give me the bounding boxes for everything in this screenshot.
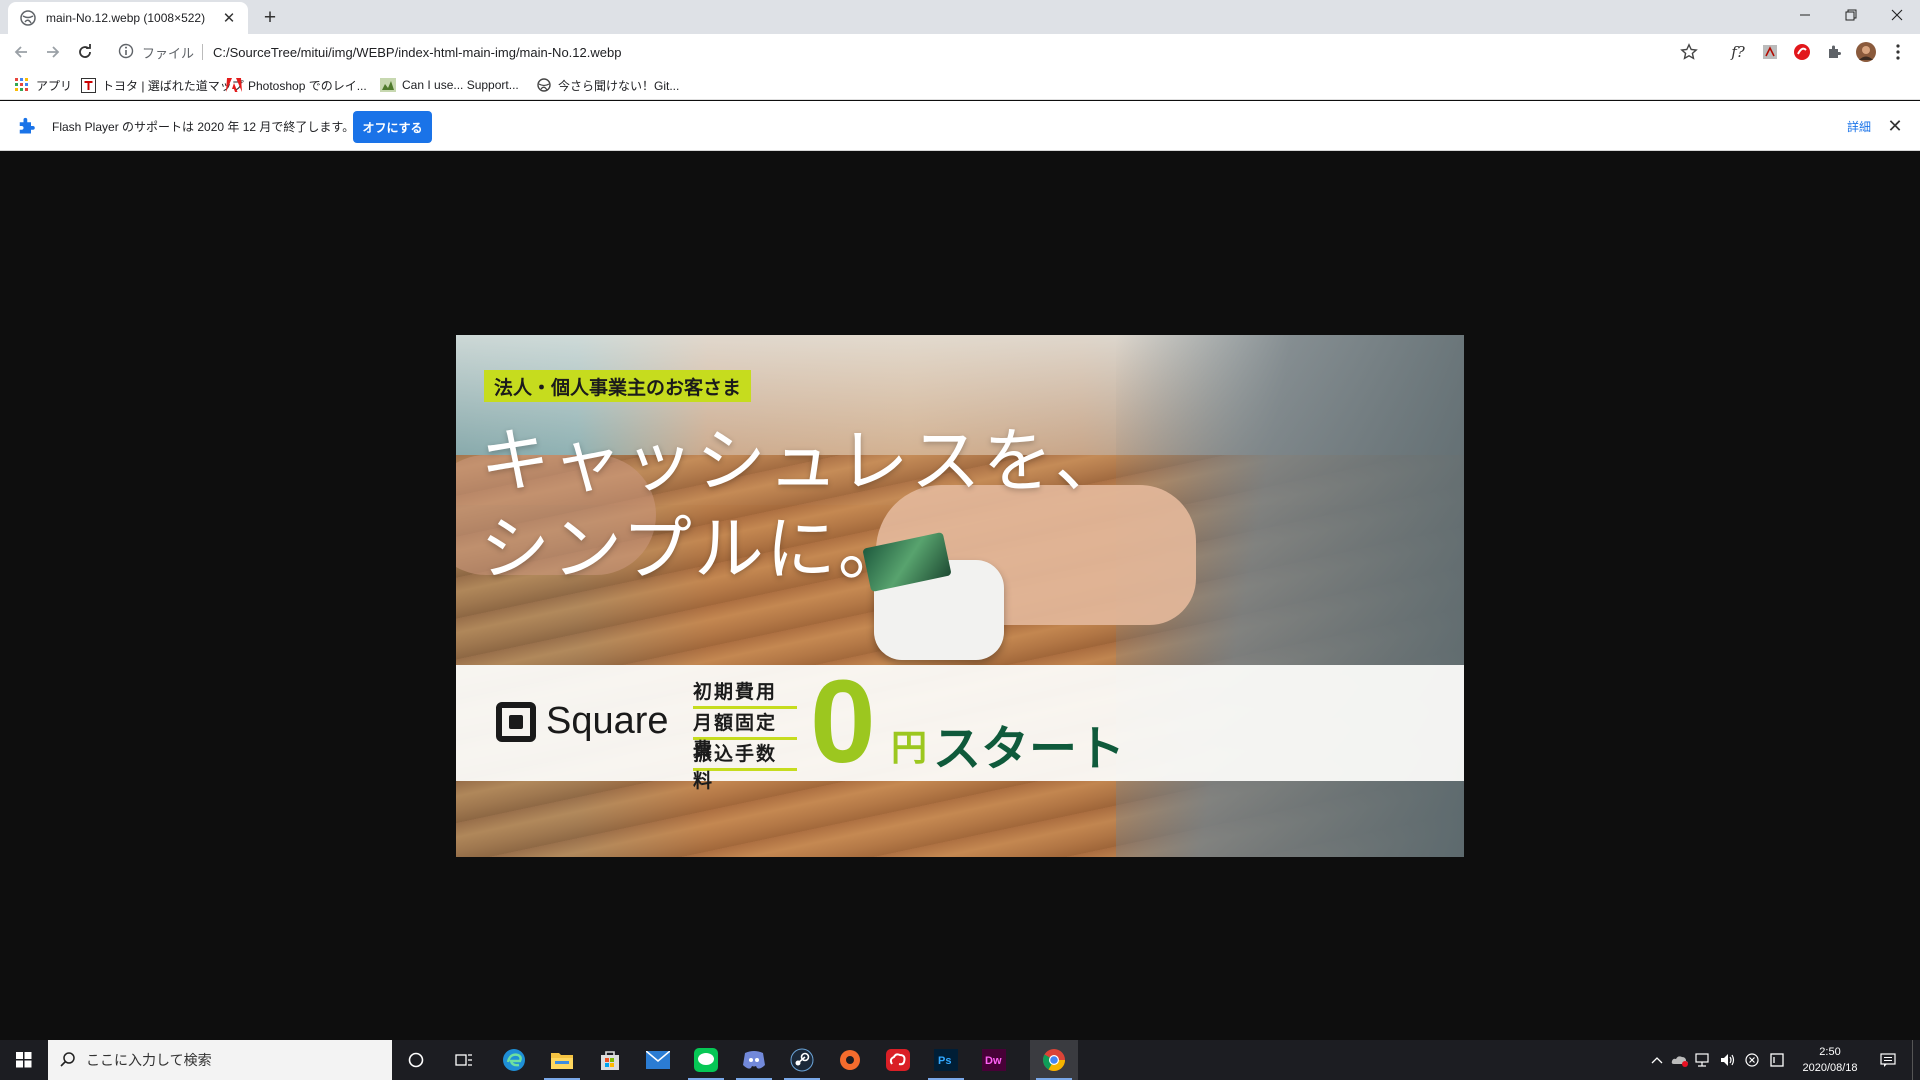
file-explorer-icon[interactable]	[538, 1040, 586, 1080]
browser-tab[interactable]: main-No.12.webp (1008×522) ✕	[8, 2, 248, 34]
bookmark-star-icon[interactable]	[1680, 43, 1698, 61]
restore-icon[interactable]	[1828, 0, 1874, 30]
headline-line1: キャッシュレスを、	[480, 422, 1127, 500]
system-clock[interactable]: 2:50 2020/08/18	[1795, 1044, 1865, 1076]
scheme-label: ファイル	[142, 45, 195, 61]
t-logo-icon	[80, 77, 96, 93]
square-logo-icon	[496, 702, 536, 742]
back-icon[interactable]	[8, 39, 34, 65]
red-extension-icon[interactable]	[1792, 42, 1812, 62]
fee-item: 月額固定費	[693, 710, 797, 761]
headline: キャッシュレスを、 シンプルに。	[480, 417, 1127, 593]
details-link[interactable]: 詳細	[1847, 118, 1871, 135]
volume-icon[interactable]	[1716, 1040, 1740, 1080]
adobe-icon	[226, 77, 242, 93]
divider	[202, 44, 204, 60]
search-placeholder: ここに入力して検索	[86, 1052, 212, 1068]
cortana-icon[interactable]	[392, 1040, 440, 1080]
bookmark-apps[interactable]: アプリ	[14, 76, 72, 94]
banner-image: 法人・個人事業主のお客さま キャッシュレスを、 シンプルに。 Square 初期…	[456, 335, 1464, 857]
brand-name: Square	[546, 700, 669, 742]
ps-label: Ps	[938, 1055, 951, 1067]
caniuse-icon	[380, 77, 396, 93]
taskbar-search-input[interactable]: ここに入力して検索	[48, 1040, 392, 1080]
bookmark-toyota[interactable]: トヨタ | 選ばれた道マップ	[80, 76, 244, 94]
image-viewer: 法人・個人事業主のお客さま キャッシュレスを、 シンプルに。 Square 初期…	[0, 151, 1920, 1040]
bookmark-label: Photoshop でのレイ...	[248, 78, 367, 93]
yen-label: 円	[891, 727, 928, 768]
windows-start-icon[interactable]	[0, 1040, 48, 1080]
ime-icon[interactable]	[1764, 1040, 1790, 1080]
turn-off-button[interactable]: オフにする	[353, 111, 432, 143]
dw-label: Dw	[985, 1055, 1002, 1067]
search-icon	[60, 1052, 76, 1068]
creative-cloud-icon[interactable]	[874, 1040, 922, 1080]
formula-extension-icon[interactable]: f?	[1728, 42, 1748, 62]
new-tab-icon[interactable]: +	[258, 6, 282, 30]
globe-icon	[20, 10, 36, 26]
globe-icon	[536, 77, 552, 93]
extensions-puzzle-icon[interactable]	[1824, 42, 1844, 62]
store-icon[interactable]	[586, 1040, 634, 1080]
bookmark-git[interactable]: 今さら聞けない！Git...	[536, 76, 679, 94]
fee-list: 初期費用 月額固定費 振込手数料	[693, 679, 797, 792]
start-label: スタート	[933, 723, 1126, 776]
discord-icon[interactable]	[730, 1040, 778, 1080]
mail-icon[interactable]	[634, 1040, 682, 1080]
bookmark-label: 今さら聞けない！Git...	[558, 78, 680, 93]
address-bar[interactable]: ファイル C:/SourceTree/mitui/img/WEBP/index-…	[112, 38, 1704, 66]
reload-icon[interactable]	[72, 39, 98, 65]
fee-item: 振込手数料	[693, 741, 797, 792]
photoshop-icon[interactable]: Ps	[922, 1040, 970, 1080]
flash-infobar: Flash Player のサポートは 2020 年 12 月で終了します。 オ…	[0, 101, 1920, 151]
notification-center-icon[interactable]	[1874, 1040, 1902, 1080]
network-icon[interactable]	[1692, 1040, 1716, 1080]
forward-icon[interactable]	[40, 39, 66, 65]
headline-line2: シンプルに。	[480, 510, 910, 588]
bookmark-label: Can I use... Support...	[402, 78, 519, 92]
infobar-close-icon[interactable]: ✕	[1884, 115, 1906, 137]
dreamweaver-icon[interactable]: Dw	[970, 1040, 1018, 1080]
chrome-icon[interactable]	[1030, 1040, 1078, 1080]
tab-strip: main-No.12.webp (1008×522) ✕ +	[0, 0, 1920, 34]
promo-strip: Square 初期費用 月額固定費 振込手数料 0 円 スタート	[456, 657, 1464, 792]
tab-title: main-No.12.webp (1008×522)	[46, 11, 206, 25]
zero-value: 0	[810, 656, 876, 788]
bookmark-photoshop[interactable]: Photoshop でのレイ...	[226, 76, 367, 94]
minimize-icon[interactable]	[1782, 0, 1828, 30]
bookmark-label: アプリ	[36, 78, 73, 93]
puzzle-icon	[16, 116, 36, 136]
apps-grid-icon	[14, 77, 30, 93]
bookmark-caniuse[interactable]: Can I use... Support...	[380, 76, 519, 94]
info-icon[interactable]	[118, 43, 136, 61]
fee-item: 初期費用	[693, 679, 797, 709]
bookmark-label: トヨタ | 選ばれた道マップ	[102, 78, 244, 93]
bookmarks-bar: アプリ トヨタ | 選ばれた道マップ Photoshop でのレイ... Can…	[0, 70, 1920, 100]
infobar-message: Flash Player のサポートは 2020 年 12 月で終了します。	[52, 120, 355, 134]
line-icon[interactable]	[682, 1040, 730, 1080]
status-x-icon[interactable]	[1740, 1040, 1764, 1080]
show-desktop-button[interactable]	[1912, 1040, 1920, 1080]
edge-icon[interactable]	[490, 1040, 538, 1080]
audience-tag: 法人・個人事業主のお客さま	[484, 370, 752, 402]
clock-date: 2020/08/18	[1802, 1062, 1858, 1074]
menu-dots-icon[interactable]	[1888, 42, 1908, 62]
tray-overflow-icon[interactable]	[1646, 1040, 1668, 1080]
avatar[interactable]	[1856, 42, 1876, 62]
url-text[interactable]: C:/SourceTree/mitui/img/WEBP/index-html-…	[213, 45, 621, 60]
onedrive-icon[interactable]	[1668, 1040, 1692, 1080]
steam-icon[interactable]	[778, 1040, 826, 1080]
origin-icon[interactable]	[826, 1040, 874, 1080]
windows-taskbar: ここに入力して検索 Ps Dw 2:50 2020/08/18	[0, 1040, 1920, 1080]
task-view-icon[interactable]	[440, 1040, 488, 1080]
tab-close-icon[interactable]: ✕	[220, 9, 238, 27]
close-window-icon[interactable]	[1874, 0, 1920, 30]
pdf-extension-icon[interactable]	[1760, 42, 1780, 62]
browser-toolbar: ファイル C:/SourceTree/mitui/img/WEBP/index-…	[0, 34, 1920, 70]
clock-time: 2:50	[1819, 1046, 1841, 1058]
